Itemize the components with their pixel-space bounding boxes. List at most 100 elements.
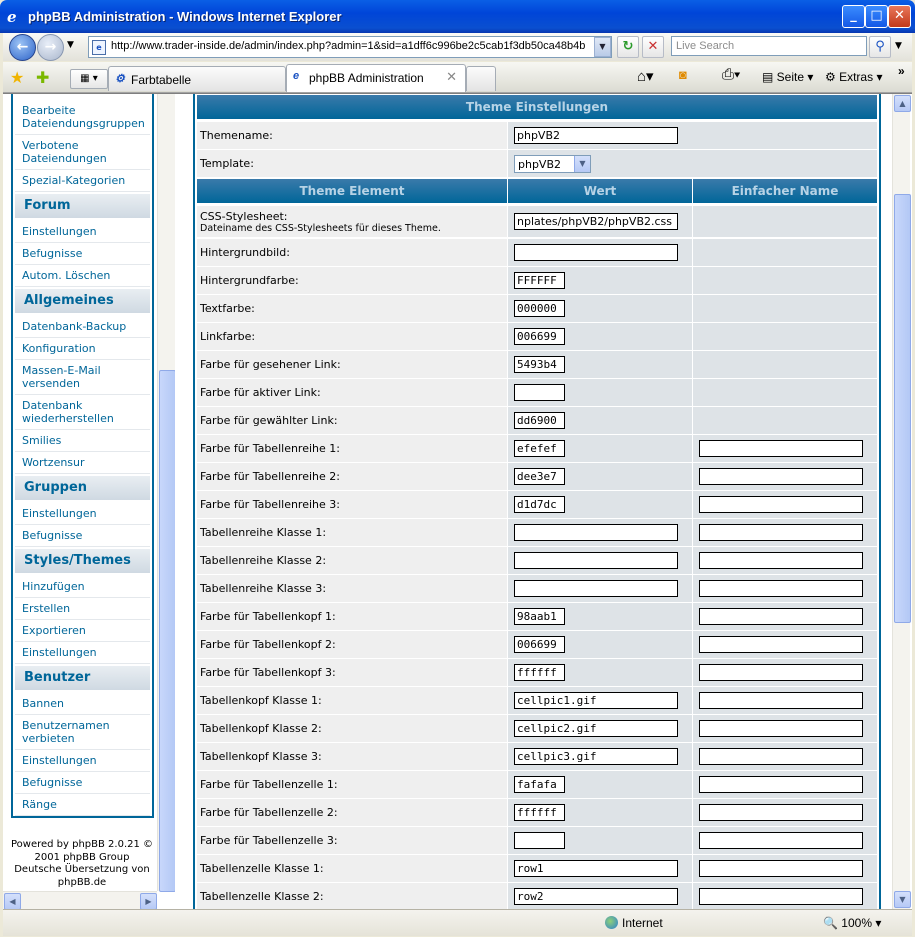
forward-button[interactable]: → <box>37 34 64 61</box>
themename-input[interactable]: phpVB2 <box>514 127 678 144</box>
search-icon[interactable]: ⚲ <box>869 36 891 58</box>
address-dropdown-icon[interactable]: ▼ <box>594 37 611 57</box>
powered-by-line[interactable]: phpBB.de <box>9 877 155 890</box>
scroll-down-icon[interactable]: ▼ <box>894 891 911 908</box>
simple-name-input[interactable] <box>699 468 863 485</box>
setting-value-input[interactable] <box>514 524 678 541</box>
sidebar-link[interactable]: Einstellungen <box>22 646 144 659</box>
setting-value-input[interactable] <box>514 244 678 261</box>
sidebar-link[interactable]: Datenbank wiederherstellen <box>22 399 144 425</box>
tab-close-icon[interactable]: ✕ <box>446 69 457 85</box>
sidebar-link[interactable]: Spezial-Kategorien <box>22 174 144 187</box>
setting-value-input[interactable] <box>514 384 565 401</box>
scroll-left-icon[interactable]: ◀ <box>4 893 21 909</box>
sidebar-link[interactable]: Autom. Löschen <box>22 269 144 282</box>
simple-name-input[interactable] <box>699 692 863 709</box>
refresh-icon[interactable]: ↻ <box>617 36 639 58</box>
close-window-button[interactable]: ✕ <box>888 5 911 28</box>
setting-value-input[interactable]: dd6900 <box>514 412 565 429</box>
setting-value-input[interactable] <box>514 552 678 569</box>
scroll-right-icon[interactable]: ▶ <box>140 893 157 909</box>
setting-value-input[interactable]: 98aab1 <box>514 608 565 625</box>
setting-value-input[interactable]: row1 <box>514 860 678 877</box>
scrollbar-thumb[interactable] <box>894 194 911 623</box>
search-input[interactable]: Live Search <box>671 36 867 56</box>
recent-pages-dropdown-icon[interactable]: ▼ <box>67 40 74 50</box>
simple-name-input[interactable] <box>699 552 863 569</box>
tools-menu[interactable]: ⚙ Extras ▾ <box>825 70 882 84</box>
template-select[interactable]: phpVB2 ▼ <box>514 155 591 173</box>
maximize-button[interactable]: □ <box>865 5 888 28</box>
setting-value-input[interactable]: cellpic1.gif <box>514 692 678 709</box>
home-icon[interactable]: ⌂▾ <box>637 67 654 85</box>
sidebar-link[interactable]: Befugnisse <box>22 247 144 260</box>
chevron-more-icon[interactable]: » <box>898 64 905 78</box>
scrollbar-thumb[interactable] <box>159 370 176 892</box>
sidebar-link[interactable]: Konfiguration <box>22 342 144 355</box>
sidebar-link[interactable]: Smilies <box>22 434 144 447</box>
setting-value-input[interactable] <box>514 832 565 849</box>
simple-name-input[interactable] <box>699 440 863 457</box>
setting-value-input[interactable]: 5493b4 <box>514 356 565 373</box>
new-tab-button[interactable] <box>466 66 496 91</box>
sidebar-link[interactable]: Einstellungen <box>22 754 144 767</box>
setting-value-input[interactable]: row2 <box>514 888 678 905</box>
add-favorites-icon[interactable]: ✚ <box>36 68 49 87</box>
zoom-control[interactable]: 🔍 100% ▾ <box>823 916 881 930</box>
setting-value-input[interactable]: 000000 <box>514 300 565 317</box>
simple-name-input[interactable] <box>699 664 863 681</box>
setting-value-input[interactable]: FFFFFF <box>514 272 565 289</box>
setting-value-input[interactable]: fafafa <box>514 776 565 793</box>
setting-value-input[interactable]: cellpic3.gif <box>514 748 678 765</box>
quick-tabs-icon[interactable]: ▦ ▾ <box>70 69 108 89</box>
left-vertical-scrollbar[interactable] <box>157 94 176 892</box>
sidebar-link[interactable]: Einstellungen <box>22 507 144 520</box>
print-icon[interactable]: ⎙▾ <box>722 66 740 83</box>
address-bar[interactable]: e http://www.trader-inside.de/admin/inde… <box>88 36 612 58</box>
scroll-up-icon[interactable]: ▲ <box>894 95 911 112</box>
setting-value-input[interactable]: ffffff <box>514 804 565 821</box>
sidebar-link[interactable]: Hinzufügen <box>22 580 144 593</box>
simple-name-input[interactable] <box>699 608 863 625</box>
back-button[interactable]: ← <box>9 34 36 61</box>
sidebar-link[interactable]: Wortzensur <box>22 456 144 469</box>
simple-name-input[interactable] <box>699 832 863 849</box>
minimize-button[interactable]: _ <box>842 5 865 28</box>
simple-name-input[interactable] <box>699 860 863 877</box>
setting-value-input[interactable]: 006699 <box>514 328 565 345</box>
simple-name-input[interactable] <box>699 748 863 765</box>
setting-value-input[interactable]: cellpic2.gif <box>514 720 678 737</box>
sidebar-link[interactable]: Bearbeite Dateiendungsgruppen <box>22 104 145 130</box>
sidebar-link[interactable]: Ränge <box>22 798 144 811</box>
sidebar-link[interactable]: Befugnisse <box>22 776 144 789</box>
sidebar-link[interactable]: Einstellungen <box>22 225 144 238</box>
setting-value-input[interactable]: 006699 <box>514 636 565 653</box>
simple-name-input[interactable] <box>699 496 863 513</box>
simple-name-input[interactable] <box>699 804 863 821</box>
stop-icon[interactable]: ✕ <box>642 36 664 58</box>
simple-name-input[interactable] <box>699 580 863 597</box>
simple-name-input[interactable] <box>699 888 863 905</box>
left-horizontal-scrollbar[interactable]: ◀ ▶ <box>3 891 157 909</box>
chevron-down-icon[interactable]: ▼ <box>574 156 590 172</box>
feeds-icon[interactable]: ◙ <box>679 67 687 82</box>
setting-value-input[interactable] <box>514 580 678 597</box>
page-menu[interactable]: ▤ Seite ▾ <box>762 70 813 84</box>
setting-value-input[interactable]: ffffff <box>514 664 565 681</box>
simple-name-input[interactable] <box>699 776 863 793</box>
sidebar-link[interactable]: Benutzernamen verbieten <box>22 719 144 745</box>
sidebar-link[interactable]: Exportieren <box>22 624 144 637</box>
simple-name-input[interactable] <box>699 524 863 541</box>
setting-value-input[interactable]: efefef <box>514 440 565 457</box>
sidebar-link[interactable]: Erstellen <box>22 602 144 615</box>
simple-name-input[interactable] <box>699 720 863 737</box>
main-vertical-scrollbar[interactable]: ▲ ▼ <box>892 94 911 909</box>
sidebar-link[interactable]: Verbotene Dateiendungen <box>22 139 144 165</box>
sidebar-link[interactable]: Bannen <box>22 697 144 710</box>
sidebar-link[interactable]: Datenbank-Backup <box>22 320 144 333</box>
setting-value-input[interactable]: dee3e7 <box>514 468 565 485</box>
tab-phpbb-administration[interactable]: e phpBB Administration ✕ <box>286 64 466 92</box>
sidebar-link[interactable]: Massen-E-Mail versenden <box>22 364 144 390</box>
favorites-star-icon[interactable]: ★ <box>10 68 24 87</box>
simple-name-input[interactable] <box>699 636 863 653</box>
